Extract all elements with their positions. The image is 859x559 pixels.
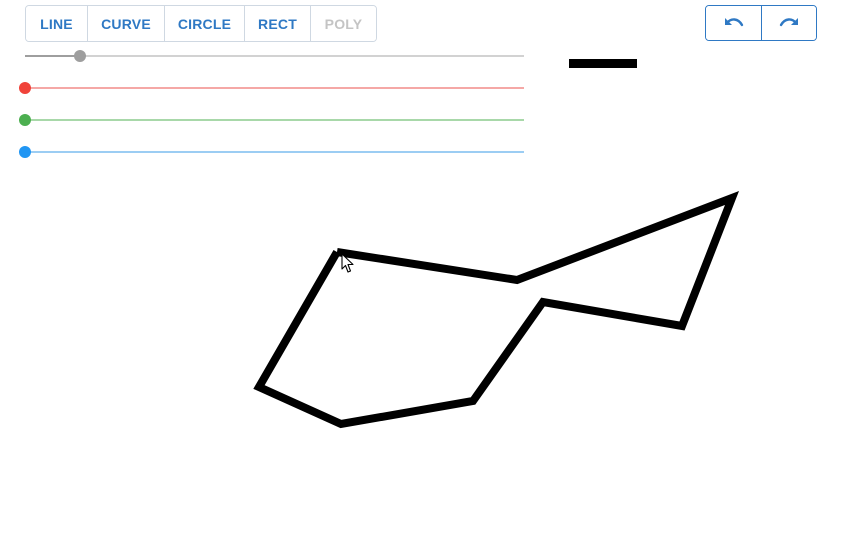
red-slider-track xyxy=(25,87,524,89)
curve-tool-button[interactable]: CURVE xyxy=(88,6,165,41)
green-slider-track xyxy=(25,119,524,121)
blue-slider-thumb[interactable] xyxy=(19,146,31,158)
circle-tool-button[interactable]: CIRCLE xyxy=(165,6,245,41)
redo-icon xyxy=(779,18,798,27)
rect-tool-button[interactable]: RECT xyxy=(245,6,311,41)
green-slider-thumb[interactable] xyxy=(19,114,31,126)
line-tool-button[interactable]: LINE xyxy=(26,6,88,41)
undo-icon xyxy=(724,18,743,27)
drawing-app: LINE CURVE CIRCLE RECT POLY xyxy=(0,0,859,559)
stroke-preview-swatch xyxy=(569,59,637,68)
stroke-width-thumb[interactable] xyxy=(73,50,86,62)
poly-tool-button[interactable]: POLY xyxy=(311,6,376,41)
redo-button[interactable] xyxy=(761,6,816,40)
blue-slider-track xyxy=(25,151,524,153)
shape-tool-group: LINE CURVE CIRCLE RECT POLY xyxy=(25,5,377,42)
red-channel-slider[interactable] xyxy=(19,82,524,94)
stroke-width-track xyxy=(25,55,524,57)
drawn-polygon xyxy=(253,191,740,429)
green-channel-slider[interactable] xyxy=(19,114,524,126)
history-button-group xyxy=(705,5,817,41)
mouse-pointer-icon xyxy=(341,253,354,273)
red-slider-thumb[interactable] xyxy=(19,82,31,94)
blue-channel-slider[interactable] xyxy=(19,146,524,158)
stroke-width-fill xyxy=(25,55,80,57)
stroke-width-slider[interactable] xyxy=(25,50,524,62)
undo-button[interactable] xyxy=(706,6,761,40)
